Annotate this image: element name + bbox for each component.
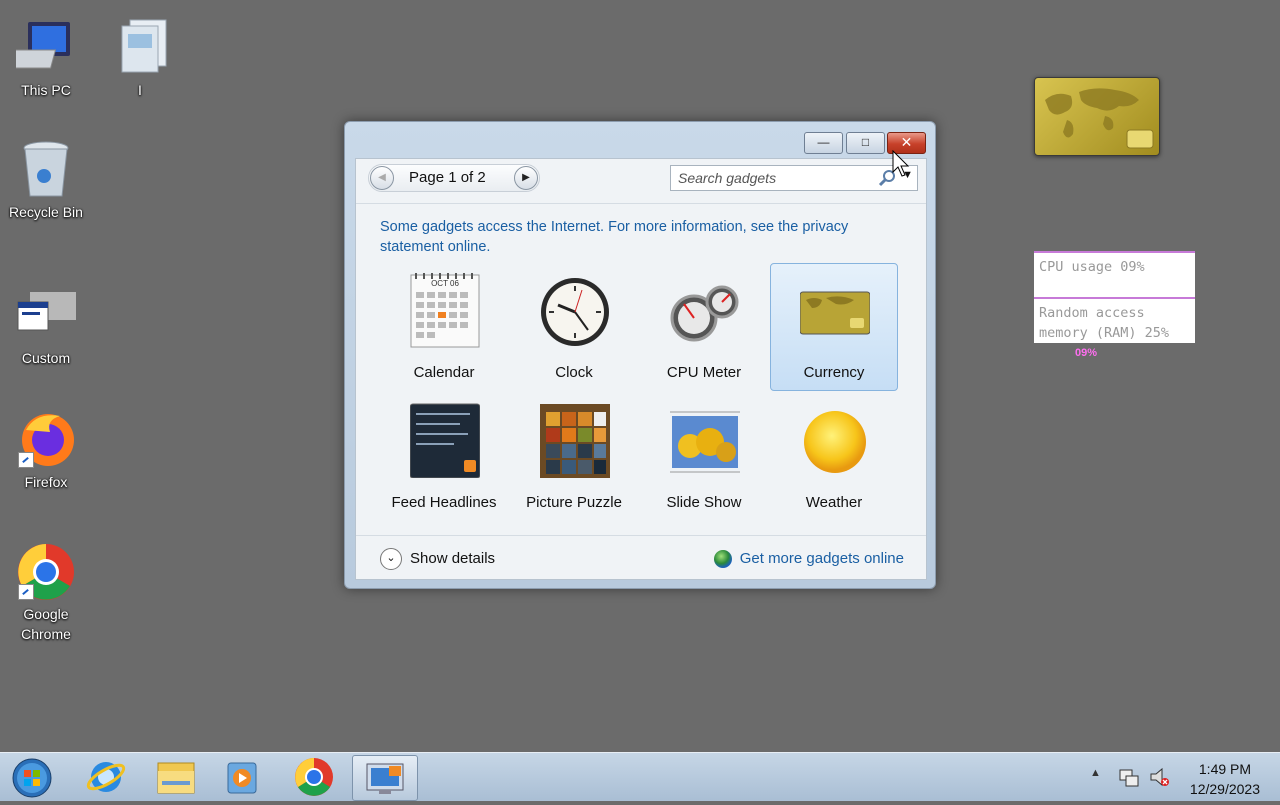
gadget-label: CPU Meter (666, 364, 742, 381)
gadget-tile-currency[interactable]: Currency (770, 263, 898, 391)
globe-icon (713, 550, 732, 568)
desktop-icon-this-pc[interactable]: This PC (0, 18, 92, 100)
internet-explorer-icon (86, 762, 126, 792)
taskbar-internet-explorer[interactable] (74, 755, 138, 799)
usage-percent-label: 09% (1075, 347, 1098, 359)
cpu-usage-readout: CPU usage 09% (1034, 251, 1195, 297)
footer-divider (356, 535, 926, 536)
gadgets-icon (366, 763, 404, 794)
file-explorer-icon (157, 762, 195, 794)
taskbar-gadgets[interactable] (352, 755, 418, 801)
gadget-tile-clock[interactable]: Clock (510, 263, 638, 391)
slide-show-icon (665, 402, 745, 478)
chrome-icon (295, 758, 333, 796)
media-player-icon (227, 762, 257, 794)
divider (356, 203, 926, 204)
desktop-icon-chrome[interactable]: Google Chrome (0, 542, 92, 644)
gadget-label: Calendar (413, 364, 475, 381)
privacy-notice-link[interactable]: Some gadgets access the Internet. For mo… (380, 217, 880, 257)
get-more-gadgets-link[interactable]: Get more gadgets online (713, 547, 904, 571)
desktop-icon-label: This PC (21, 82, 71, 98)
clock-icon (540, 272, 610, 348)
weather-icon (800, 402, 870, 478)
get-more-label: Get more gadgets online (739, 550, 904, 567)
world-map-icon (1045, 88, 1154, 149)
gadget-label: Picture Puzzle (526, 494, 622, 511)
taskbar: ▲ 1:49 PM 12/29/2023 (0, 752, 1280, 801)
picture-puzzle-icon (540, 402, 610, 478)
network-icon[interactable] (1118, 766, 1140, 788)
system-clock[interactable]: 1:49 PM 12/29/2023 (1190, 759, 1260, 799)
gadget-tile-calendar[interactable]: OCT 06 Calendar (380, 263, 508, 391)
gadget-tile-weather[interactable]: Weather (770, 393, 898, 521)
next-page-button[interactable]: ▶ (514, 166, 538, 190)
page-navigator: ◀ Page 1 of 2 ▶ (368, 164, 540, 192)
desktop-icon-recycle-bin[interactable]: Recycle Bin (0, 140, 92, 222)
firefox-icon (16, 410, 76, 470)
recycle-bin-icon (16, 140, 76, 200)
taskbar-file-explorer[interactable] (144, 755, 208, 799)
taskbar-media-player[interactable] (210, 755, 274, 799)
minimize-icon: — (817, 135, 830, 149)
gadget-label: Clock (555, 364, 593, 381)
desktop-icon-label: I (138, 82, 142, 98)
gadget-tile-cpu-meter[interactable]: CPU Meter (640, 263, 768, 391)
gadget-tile-feed-headlines[interactable]: Feed Headlines (380, 393, 508, 521)
start-button[interactable] (4, 755, 56, 799)
gadget-label: Slide Show (666, 494, 742, 511)
desktop-icon-label: Recycle Bin (9, 204, 83, 220)
calendar-icon: OCT 06 (410, 272, 480, 348)
gadget-tile-slide-show[interactable]: Slide Show (640, 393, 768, 521)
chevron-down-icon: ⌄ (380, 548, 402, 570)
taskbar-chrome[interactable] (282, 755, 346, 799)
desktop-icon-library[interactable]: I (94, 18, 186, 100)
ram-usage-readout: Random access memory (RAM) 25% (1034, 297, 1195, 343)
gadget-tile-picture-puzzle[interactable]: Picture Puzzle (510, 393, 638, 521)
show-hidden-icons-button[interactable]: ▲ (1090, 767, 1101, 779)
currency-icon (799, 272, 871, 348)
show-details-label: Show details (410, 550, 496, 567)
currency-desktop-gadget[interactable] (1034, 77, 1160, 156)
page-indicator: Page 1 of 2 (409, 169, 486, 186)
search-input[interactable] (676, 166, 880, 190)
desktop-icon-label: Firefox (24, 474, 68, 490)
custom-window-icon (16, 286, 76, 346)
cpu-meter-icon (670, 272, 740, 348)
gadget-label: Currency (803, 364, 865, 381)
clock-date: 12/29/2023 (1189, 781, 1260, 797)
gadgets-window: — □ ✕ ◀ Page 1 of 2 ▶ ▼ Some gadgets acc… (344, 121, 936, 589)
arrow-left-icon: ◀ (378, 172, 386, 183)
desktop-icon-label: Custom (21, 350, 71, 366)
minimize-button[interactable]: — (804, 132, 843, 154)
search-box: ▼ (670, 165, 918, 191)
volume-muted-icon[interactable] (1148, 766, 1170, 788)
library-icon (110, 18, 170, 78)
mouse-cursor-icon (892, 150, 910, 177)
show-details-button[interactable]: ⌄ Show details (380, 547, 495, 571)
desktop-icon-firefox[interactable]: Firefox (0, 410, 92, 492)
clock-time: 1:49 PM (1198, 761, 1252, 777)
previous-page-button[interactable]: ◀ (370, 166, 394, 190)
restore-icon: □ (861, 135, 870, 149)
chrome-icon (16, 542, 76, 602)
gadget-label: Feed Headlines (391, 494, 497, 511)
desktop-icon-label: Google Chrome (21, 606, 71, 642)
gadgets-gallery-panel: ◀ Page 1 of 2 ▶ ▼ Some gadgets access th… (355, 158, 927, 580)
restore-button[interactable]: □ (846, 132, 885, 154)
computer-icon (7, 18, 76, 78)
feed-headlines-icon (409, 402, 481, 479)
calendar-month-text: OCT 06 (431, 279, 459, 288)
desktop-icon-custom[interactable]: Custom (0, 286, 92, 368)
arrow-right-icon: ▶ (522, 172, 530, 183)
start-orb-icon (12, 758, 52, 798)
gadget-label: Weather (805, 494, 863, 511)
